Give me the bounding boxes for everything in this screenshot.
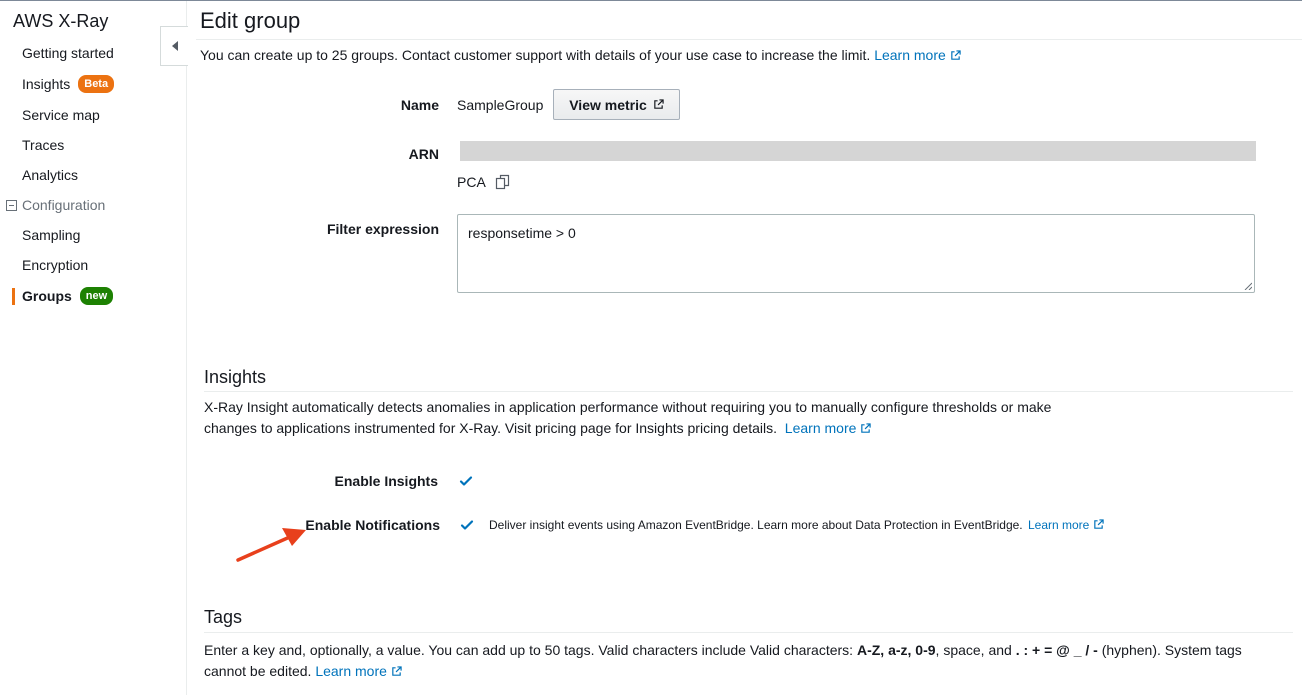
- sidebar-item-getting-started[interactable]: Getting started: [22, 45, 114, 61]
- collapse-sidebar-button[interactable]: [160, 26, 188, 66]
- sidebar-item-traces[interactable]: Traces: [22, 137, 64, 153]
- sidebar-title[interactable]: AWS X-Ray: [13, 11, 108, 32]
- enable-insights-label: Enable Insights: [334, 473, 438, 489]
- enable-notifications-checkbox[interactable]: [459, 517, 475, 533]
- tags-description-line1: Enter a key and, optionally, a value. Yo…: [204, 642, 1242, 658]
- insights-description: X-Ray Insight automatically detects anom…: [204, 397, 1051, 439]
- notifications-learn-more-link[interactable]: Learn more: [1028, 518, 1105, 532]
- sidebar-item-label: Encryption: [22, 257, 89, 273]
- sidebar-item-label: Groups: [22, 288, 72, 304]
- sidebar-item-analytics[interactable]: Analytics: [22, 167, 78, 183]
- sidebar-section-configuration[interactable]: Configuration: [6, 197, 105, 213]
- tags-learn-more-link[interactable]: Learn more: [315, 663, 402, 679]
- external-link-icon: [1094, 519, 1105, 529]
- divider: [204, 632, 1293, 633]
- enable-insights-checkbox[interactable]: [458, 473, 474, 489]
- active-indicator: [12, 288, 15, 305]
- copy-icon[interactable]: [495, 174, 511, 190]
- tags-description-line2: cannot be edited. Learn more: [204, 661, 1242, 682]
- external-link-icon: [861, 423, 872, 433]
- insights-section-title: Insights: [204, 367, 267, 387]
- external-link-icon: [654, 99, 664, 109]
- divider: [204, 391, 1293, 392]
- filter-expression-value: responsetime > 0: [468, 225, 576, 241]
- sidebar-item-label: Insights: [22, 76, 71, 92]
- pca-text: PCA: [457, 174, 486, 190]
- divider: [196, 39, 1302, 40]
- tags-section-title: Tags: [204, 607, 243, 627]
- view-metric-button[interactable]: View metric: [553, 89, 680, 120]
- view-metric-label: View metric: [569, 96, 647, 113]
- sidebar-item-label: Service map: [22, 107, 100, 123]
- external-link-icon: [392, 666, 402, 676]
- insights-description-line2: changes to applications instrumented for…: [204, 418, 1051, 439]
- sidebar-item-label: Traces: [22, 137, 65, 153]
- arn-value-redacted: [460, 141, 1256, 161]
- sidebar-item-label: Getting started: [22, 45, 114, 61]
- page-title: Edit group: [200, 8, 301, 33]
- collapse-left-icon: [171, 41, 178, 51]
- group-name-value: SampleGroup: [457, 97, 544, 113]
- external-link-icon: [951, 50, 961, 60]
- sidebar-item-encryption[interactable]: Encryption: [22, 257, 88, 273]
- name-label: Name: [400, 97, 439, 113]
- learn-more-link[interactable]: Learn more: [874, 47, 961, 63]
- collapse-section-icon[interactable]: [6, 199, 17, 211]
- top-border: [0, 0, 1302, 1]
- sidebar-item-insights[interactable]: Insights Beta: [22, 75, 115, 93]
- sidebar-section-label: Configuration: [22, 197, 106, 213]
- filter-expression-label: Filter expression: [326, 221, 439, 237]
- sidebar-item-service-map[interactable]: Service map: [22, 107, 100, 123]
- filter-expression-input[interactable]: responsetime > 0: [457, 214, 1255, 293]
- beta-badge: Beta: [78, 75, 115, 93]
- intro-text: You can create up to 25 groups. Contact …: [200, 47, 871, 63]
- sidebar-item-label: Analytics: [22, 167, 79, 183]
- new-badge: new: [79, 287, 114, 305]
- tags-description: Enter a key and, optionally, a value. Yo…: [204, 640, 1242, 682]
- notifications-description: Deliver insight events using Amazon Even…: [489, 518, 1105, 532]
- sidebar-item-groups[interactable]: Groups new: [22, 287, 114, 305]
- sidebar-item-label: Sampling: [22, 227, 81, 243]
- arn-suffix: PCA: [457, 174, 511, 190]
- insights-learn-more-link[interactable]: Learn more: [785, 420, 872, 436]
- insights-description-line1: X-Ray Insight automatically detects anom…: [204, 399, 1052, 415]
- sidebar: AWS X-Ray Getting started Insights Beta …: [0, 1, 187, 695]
- sidebar-item-sampling[interactable]: Sampling: [22, 227, 80, 243]
- page-intro: You can create up to 25 groups. Contact …: [200, 47, 961, 63]
- annotation-arrow: [236, 528, 306, 562]
- resize-grip-icon[interactable]: [1244, 282, 1252, 290]
- arn-label: ARN: [408, 146, 439, 162]
- enable-notifications-label: Enable Notifications: [305, 517, 440, 533]
